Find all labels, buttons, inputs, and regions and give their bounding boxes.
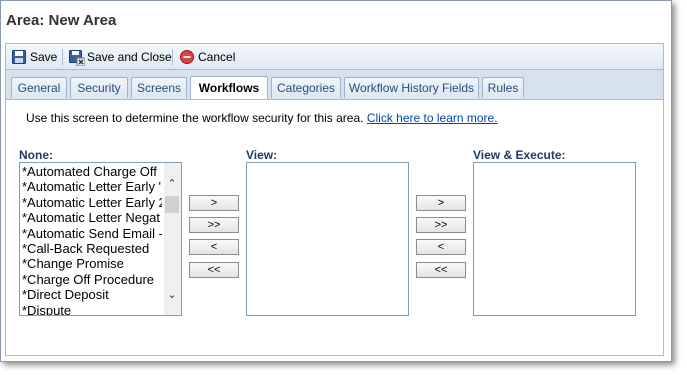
cancel-icon xyxy=(180,50,194,64)
none-listbox[interactable]: *Automated Charge Off *Automatic Letter … xyxy=(19,162,182,316)
page-title: Area: New Area xyxy=(6,12,117,29)
move-all-from-view-execute-button[interactable]: << xyxy=(416,262,466,278)
none-list-label: None: xyxy=(19,148,53,162)
list-item[interactable]: *Automatic Letter Negat xyxy=(22,210,162,225)
tab-categories[interactable]: Categories xyxy=(271,77,341,98)
list-item[interactable]: *Automatic Send Email - xyxy=(22,226,162,241)
view-execute-listbox[interactable] xyxy=(473,162,636,316)
move-all-from-view-button[interactable]: << xyxy=(189,262,239,278)
learn-more-link[interactable]: Click here to learn more. xyxy=(367,111,498,125)
tab-general[interactable]: General xyxy=(11,77,67,98)
save-button[interactable]: Save xyxy=(12,48,57,66)
view-list-label: View: xyxy=(246,148,278,162)
move-all-to-view-button[interactable]: >> xyxy=(189,217,239,233)
move-from-view-execute-button[interactable]: < xyxy=(416,239,466,255)
view-execute-list-label: View & Execute: xyxy=(473,148,566,162)
tab-workflow-history-fields[interactable]: Workflow History Fields xyxy=(344,77,479,98)
description-text: Use this screen to determine the workflo… xyxy=(26,111,364,125)
tab-security[interactable]: Security xyxy=(70,77,128,98)
none-items: *Automated Charge Off *Automatic Letter … xyxy=(22,164,162,315)
move-all-to-view-execute-button[interactable]: >> xyxy=(416,217,466,233)
scroll-thumb[interactable] xyxy=(165,196,179,213)
list-item[interactable]: *Automated Charge Off xyxy=(22,164,162,179)
list-item[interactable]: *Direct Deposit xyxy=(22,287,162,302)
list-item[interactable]: *Change Promise xyxy=(22,256,162,271)
scroll-down-icon[interactable]: ⌄ xyxy=(167,290,177,301)
list-item[interactable]: *Dispute xyxy=(22,303,162,315)
cancel-label: Cancel xyxy=(198,50,236,64)
list-item[interactable]: *Charge Off Procedure xyxy=(22,272,162,287)
none-list-scrollbar[interactable]: ⌃ ⌄ xyxy=(164,163,181,315)
list-item[interactable]: *Call-Back Requested xyxy=(22,241,162,256)
view-listbox[interactable] xyxy=(246,162,409,316)
save-label: Save xyxy=(30,50,58,64)
move-to-view-execute-button[interactable]: > xyxy=(416,195,466,211)
save-and-close-button[interactable]: Save and Close xyxy=(69,48,172,67)
move-from-view-button[interactable]: < xyxy=(189,239,239,255)
toolbar: Save Save and Close Cancel xyxy=(5,43,664,70)
tab-screens[interactable]: Screens xyxy=(131,77,187,98)
description: Use this screen to determine the workflo… xyxy=(26,111,498,125)
cancel-button[interactable]: Cancel xyxy=(180,48,235,66)
tab-strip: General Security Screens Workflows Categ… xyxy=(5,70,664,100)
tab-workflows[interactable]: Workflows xyxy=(190,76,268,99)
list-item[interactable]: *Automatic Letter Early 2 xyxy=(22,195,162,210)
move-to-view-button[interactable]: > xyxy=(189,195,239,211)
list-item[interactable]: *Automatic Letter Early ' xyxy=(22,179,162,194)
scroll-up-icon[interactable]: ⌃ xyxy=(167,179,177,190)
floppy-disk-icon xyxy=(12,50,26,64)
save-and-close-label: Save and Close xyxy=(87,50,172,64)
save-and-close-icon xyxy=(69,50,86,67)
tab-rules[interactable]: Rules xyxy=(482,77,524,98)
